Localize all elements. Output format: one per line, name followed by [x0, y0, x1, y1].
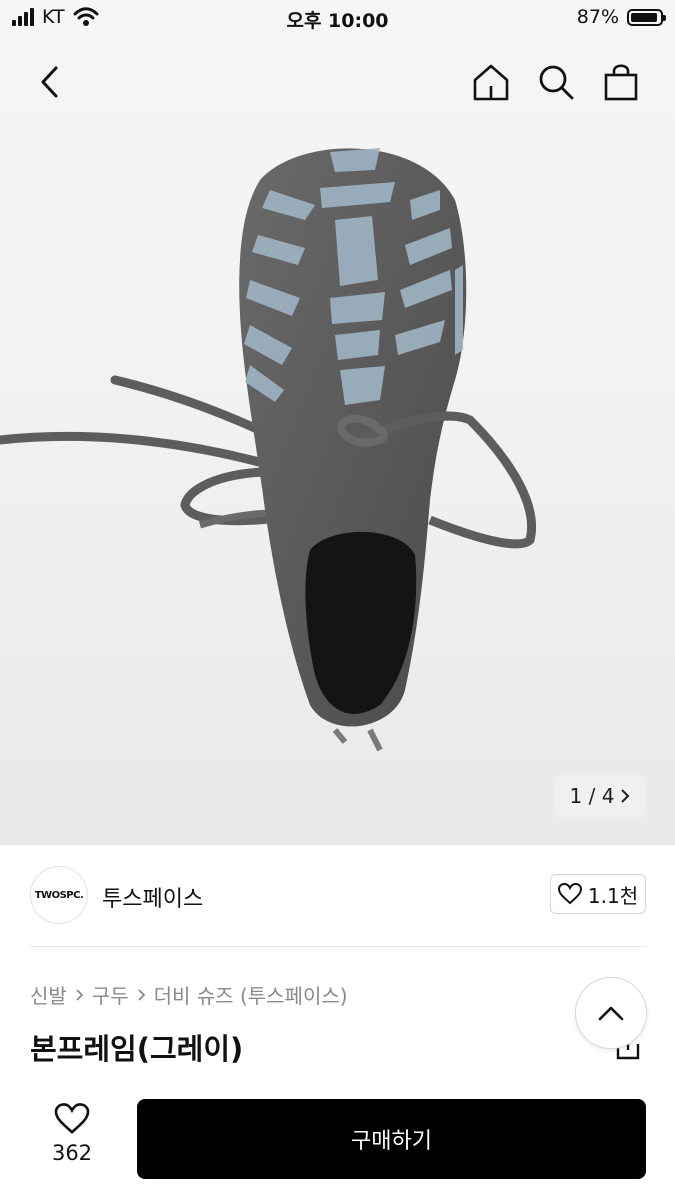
search-button[interactable]: [534, 60, 578, 104]
brand-name[interactable]: 투스페이스: [102, 881, 203, 913]
image-page-counter[interactable]: 1 / 4: [555, 775, 645, 817]
scroll-to-top-button[interactable]: [575, 977, 647, 1049]
image-counter-text: 1 / 4: [569, 784, 615, 808]
back-button[interactable]: [28, 60, 72, 104]
status-right: 87%: [576, 6, 666, 28]
heart-icon: [54, 1103, 90, 1134]
breadcrumb-item[interactable]: 구두: [92, 980, 129, 1009]
bottom-action-bar: 362 구매하기: [0, 1085, 675, 1200]
search-icon: [539, 65, 574, 100]
status-time: 오후 10:00: [286, 10, 389, 32]
buy-button[interactable]: 구매하기: [137, 1099, 646, 1179]
back-icon: [41, 66, 58, 98]
status-bar: KT 오후 10:00 87%: [0, 0, 675, 40]
product-image-gallery[interactable]: 1 / 4: [0, 0, 675, 845]
breadcrumb-item[interactable]: 신발: [30, 980, 67, 1009]
wishlist-count: 362: [51, 1141, 93, 1165]
shopping-bag-button[interactable]: [599, 60, 643, 104]
brand-like-count: 1.1천: [587, 883, 639, 908]
battery-icon: [627, 8, 666, 26]
chevron-up-icon: [598, 1006, 624, 1021]
home-icon: [473, 64, 509, 101]
heart-icon: [557, 883, 582, 905]
brand-row[interactable]: TWOSPC. 투스페이스 1.1천: [30, 866, 646, 926]
brand-logo[interactable]: TWOSPC.: [30, 866, 88, 924]
breadcrumb: 신발 구두 더비 슈즈 (투스페이스): [30, 980, 348, 1009]
chevron-right-icon: [621, 789, 630, 803]
breadcrumb-item[interactable]: 더비 슈즈 (투스페이스): [154, 980, 348, 1009]
bag-icon: [604, 64, 638, 101]
brand-like-button[interactable]: 1.1천: [550, 874, 646, 914]
divider: [30, 946, 646, 947]
chevron-right-icon: [137, 988, 145, 1001]
product-image-shoe: [0, 148, 536, 752]
chevron-right-icon: [76, 988, 84, 1001]
product-title: 본프레임(그레이): [30, 1032, 244, 1066]
battery-percent: 87%: [576, 6, 619, 28]
home-button[interactable]: [469, 60, 513, 104]
wishlist-button[interactable]: 362: [36, 1103, 108, 1165]
